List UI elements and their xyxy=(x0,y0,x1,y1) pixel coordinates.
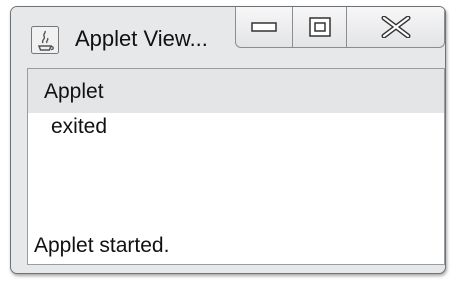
minimize-button[interactable] xyxy=(235,7,293,48)
applet-text-line-1: Applet xyxy=(44,80,104,103)
maximize-button[interactable] xyxy=(293,7,347,48)
maximize-icon xyxy=(308,16,331,37)
java-coffee-cup-icon xyxy=(31,26,59,54)
close-icon xyxy=(381,15,410,38)
window-controls xyxy=(235,7,445,50)
window-title: Applet View... xyxy=(75,26,208,51)
applet-content-area[interactable]: Applet exited Applet started. xyxy=(27,68,445,265)
minimize-icon xyxy=(251,21,277,32)
close-button[interactable] xyxy=(347,7,445,48)
applet-text-line-2: exited xyxy=(51,115,108,138)
status-bar-text: Applet started. xyxy=(34,234,170,257)
title-bar[interactable]: Applet View... xyxy=(11,7,445,65)
applet-viewer-window: Applet View... Applet exited Applet star… xyxy=(10,6,446,274)
